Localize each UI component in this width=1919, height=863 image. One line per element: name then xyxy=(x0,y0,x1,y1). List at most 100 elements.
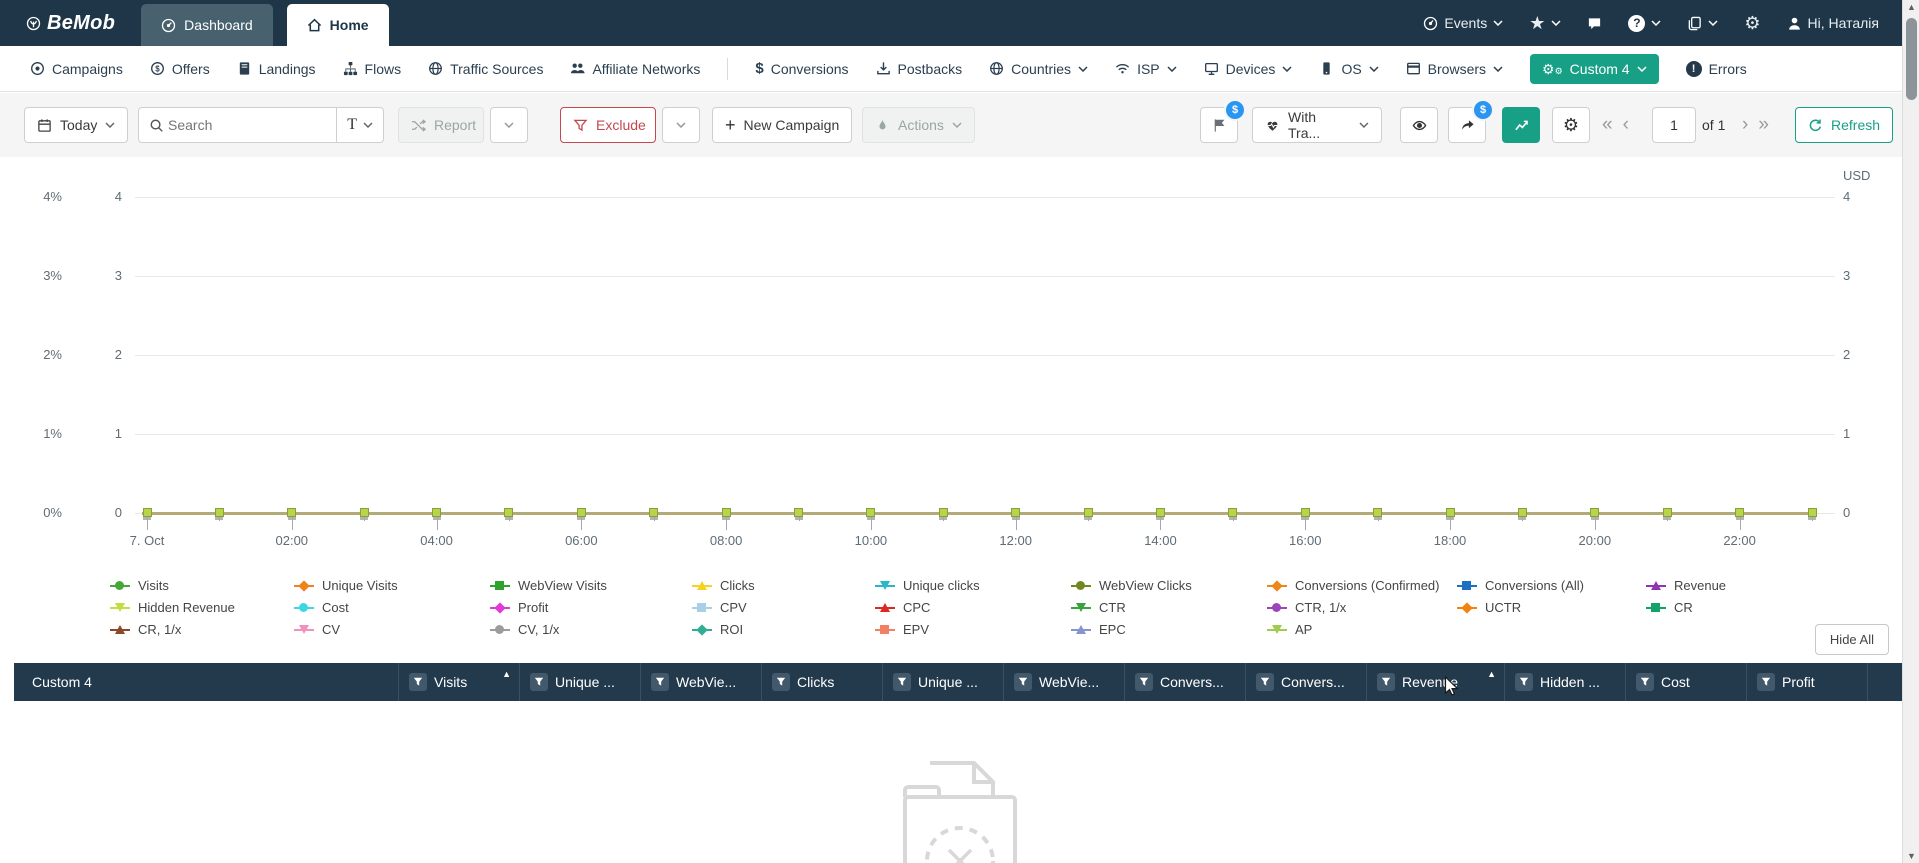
legend-item-revenue[interactable]: Revenue xyxy=(1646,578,1726,593)
filter-funnel-icon[interactable] xyxy=(409,673,427,691)
legend-item-conversions-confirmed-[interactable]: Conversions (Confirmed) xyxy=(1267,578,1440,593)
exclude-dropdown-button[interactable] xyxy=(662,107,700,143)
column-header-unique-clicks[interactable]: Unique ... xyxy=(882,663,1003,701)
page-number-input[interactable] xyxy=(1652,107,1696,143)
user-menu[interactable]: Hi, Наталія xyxy=(1787,15,1879,31)
column-header-visits[interactable]: Visits ▲ xyxy=(398,663,519,701)
last-page-button[interactable]: » xyxy=(1754,114,1773,136)
column-header-conversions-confirmed[interactable]: Convers... xyxy=(1124,663,1245,701)
legend-item-profit[interactable]: Profit xyxy=(490,600,548,615)
nav-custom-group[interactable]: ⚙⚙ Custom 4 xyxy=(1530,53,1659,84)
legend-item-unique-clicks[interactable]: Unique clicks xyxy=(875,578,980,593)
settings-button[interactable]: ⚙ xyxy=(1744,14,1760,32)
legend-item-epv[interactable]: EPV xyxy=(875,622,929,637)
legend-item-cpc[interactable]: CPC xyxy=(875,600,930,615)
first-page-button[interactable]: « xyxy=(1598,114,1617,136)
filter-funnel-icon[interactable] xyxy=(1377,673,1395,691)
help-menu[interactable]: ? xyxy=(1628,14,1661,32)
resources-menu[interactable] xyxy=(1687,16,1718,31)
scrollbar-thumb[interactable] xyxy=(1906,18,1917,100)
date-range-button[interactable]: Today xyxy=(24,107,129,143)
refresh-button[interactable]: Refresh xyxy=(1795,107,1894,143)
legend-item-clicks[interactable]: Clicks xyxy=(692,578,755,593)
legend-item-uctr[interactable]: UCTR xyxy=(1457,600,1521,615)
hide-all-button[interactable]: Hide All xyxy=(1814,624,1889,655)
filter-funnel-icon[interactable] xyxy=(651,673,669,691)
column-header-unique-visits[interactable]: Unique ... xyxy=(519,663,640,701)
bemob-logo[interactable]: BeMob xyxy=(26,12,115,35)
filter-funnel-icon[interactable] xyxy=(530,673,548,691)
filter-funnel-icon[interactable] xyxy=(893,673,911,691)
report-button[interactable]: Report xyxy=(398,107,484,143)
share-button[interactable]: $ xyxy=(1448,99,1494,143)
legend-item-ctr[interactable]: CTR xyxy=(1071,600,1126,615)
nav-campaigns[interactable]: Campaigns xyxy=(30,61,123,77)
legend-item-cpv[interactable]: CPV xyxy=(692,600,747,615)
column-header-cost[interactable]: Cost xyxy=(1625,663,1746,701)
events-menu[interactable]: Events xyxy=(1423,15,1503,31)
filter-funnel-icon[interactable] xyxy=(1515,673,1533,691)
legend-item-visits[interactable]: Visits xyxy=(110,578,169,593)
new-campaign-button[interactable]: + New Campaign xyxy=(712,107,853,143)
column-header-webview-clicks[interactable]: WebVie... xyxy=(1003,663,1124,701)
column-header-profit[interactable]: Profit xyxy=(1746,663,1867,701)
chat-button[interactable] xyxy=(1587,16,1602,31)
column-header-webview-visits[interactable]: WebVie... xyxy=(640,663,761,701)
vertical-scrollbar[interactable]: ▲ ▼ xyxy=(1902,0,1919,863)
legend-item-cr[interactable]: CR xyxy=(1646,600,1693,615)
legend-item-cv[interactable]: CV xyxy=(294,622,340,637)
scroll-down-arrow[interactable]: ▼ xyxy=(1903,849,1919,863)
table-settings-button[interactable]: ⚙ xyxy=(1552,107,1590,143)
favorites-menu[interactable]: ★ xyxy=(1529,13,1561,34)
nav-conversions[interactable]: $ Conversions xyxy=(755,60,848,77)
column-header-clicks[interactable]: Clicks xyxy=(761,663,882,701)
legend-item-cost[interactable]: Cost xyxy=(294,600,349,615)
filter-funnel-icon[interactable] xyxy=(1256,673,1274,691)
column-header-conversions-all[interactable]: Convers... xyxy=(1245,663,1366,701)
legend-item-cv-1-x[interactable]: CV, 1/x xyxy=(490,622,559,637)
scroll-up-arrow[interactable]: ▲ xyxy=(1903,0,1919,14)
legend-item-roi[interactable]: ROI xyxy=(692,622,743,637)
legend-item-hidden-revenue[interactable]: Hidden Revenue xyxy=(110,600,235,615)
nav-devices[interactable]: Devices xyxy=(1204,61,1293,77)
filter-funnel-icon[interactable] xyxy=(1636,673,1654,691)
column-header-group[interactable]: Custom 4 xyxy=(14,663,398,701)
nav-flows[interactable]: Flows xyxy=(343,61,401,77)
nav-errors[interactable]: ! Errors xyxy=(1685,60,1747,77)
filter-funnel-icon[interactable] xyxy=(1135,673,1153,691)
nav-isp[interactable]: ISP xyxy=(1115,61,1177,77)
prev-page-button[interactable]: ‹ xyxy=(1619,114,1633,136)
nav-landings[interactable]: Landings xyxy=(237,61,316,77)
column-header-hidden-revenue[interactable]: Hidden ... xyxy=(1504,663,1625,701)
visibility-button[interactable] xyxy=(1400,107,1438,143)
filter-funnel-icon[interactable] xyxy=(772,673,790,691)
legend-item-unique-visits[interactable]: Unique Visits xyxy=(294,578,398,593)
next-page-button[interactable]: › xyxy=(1738,114,1752,136)
legend-item-cr-1-x[interactable]: CR, 1/x xyxy=(110,622,181,637)
nav-os[interactable]: OS xyxy=(1319,61,1379,77)
nav-affiliate-networks[interactable]: Affiliate Networks xyxy=(570,61,700,77)
actions-button[interactable]: Actions xyxy=(862,107,975,143)
legend-item-epc[interactable]: EPC xyxy=(1071,622,1126,637)
tab-home[interactable]: Home xyxy=(286,4,389,46)
nav-browsers[interactable]: Browsers xyxy=(1406,61,1503,77)
nav-traffic-sources[interactable]: Traffic Sources xyxy=(428,61,543,77)
filter-funnel-icon[interactable] xyxy=(1757,673,1775,691)
nav-postbacks[interactable]: Postbacks xyxy=(876,61,962,77)
legend-item-ctr-1-x[interactable]: CTR, 1/x xyxy=(1267,600,1346,615)
chart-toggle-button[interactable] xyxy=(1502,107,1540,143)
legend-item-conversions-all-[interactable]: Conversions (All) xyxy=(1457,578,1584,593)
tab-dashboard[interactable]: Dashboard xyxy=(141,4,273,46)
flag-filter-button[interactable]: $ xyxy=(1200,99,1246,143)
search-input[interactable] xyxy=(164,117,337,133)
filter-funnel-icon[interactable] xyxy=(1014,673,1032,691)
exclude-button[interactable]: Exclude xyxy=(560,107,656,143)
legend-item-ap[interactable]: AP xyxy=(1267,622,1312,637)
legend-item-webview-clicks[interactable]: WebView Clicks xyxy=(1071,578,1192,593)
column-header-revenue[interactable]: Revenue ▲ xyxy=(1366,663,1504,701)
with-traffic-select[interactable]: With Tra... xyxy=(1252,107,1382,143)
legend-item-webview-visits[interactable]: WebView Visits xyxy=(490,578,607,593)
report-dropdown-button[interactable] xyxy=(490,107,528,143)
nav-countries[interactable]: Countries xyxy=(989,61,1088,77)
search-type-filter[interactable]: T xyxy=(336,108,383,142)
